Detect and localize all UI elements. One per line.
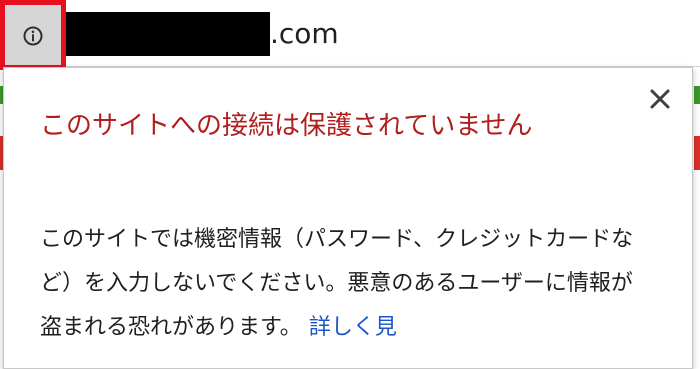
url-redaction bbox=[66, 12, 270, 56]
warning-body: このサイトでは機密情報（パスワード、クレジットカードなど）を入力しないでください… bbox=[40, 218, 640, 350]
connection-security-popup: このサイトへの接続は保護されていません このサイトでは機密情報（パスワード、クレ… bbox=[3, 67, 693, 369]
page-background-fragment bbox=[694, 136, 700, 170]
page-background-fragment bbox=[694, 86, 700, 104]
close-icon[interactable] bbox=[646, 85, 674, 113]
site-info-button[interactable] bbox=[0, 0, 66, 70]
url-text[interactable]: .com bbox=[270, 15, 339, 53]
warning-heading: このサイトへの接続は保護されていません bbox=[40, 111, 533, 141]
info-circle-icon bbox=[23, 26, 43, 46]
learn-more-link[interactable]: 詳しく見 bbox=[309, 315, 397, 340]
